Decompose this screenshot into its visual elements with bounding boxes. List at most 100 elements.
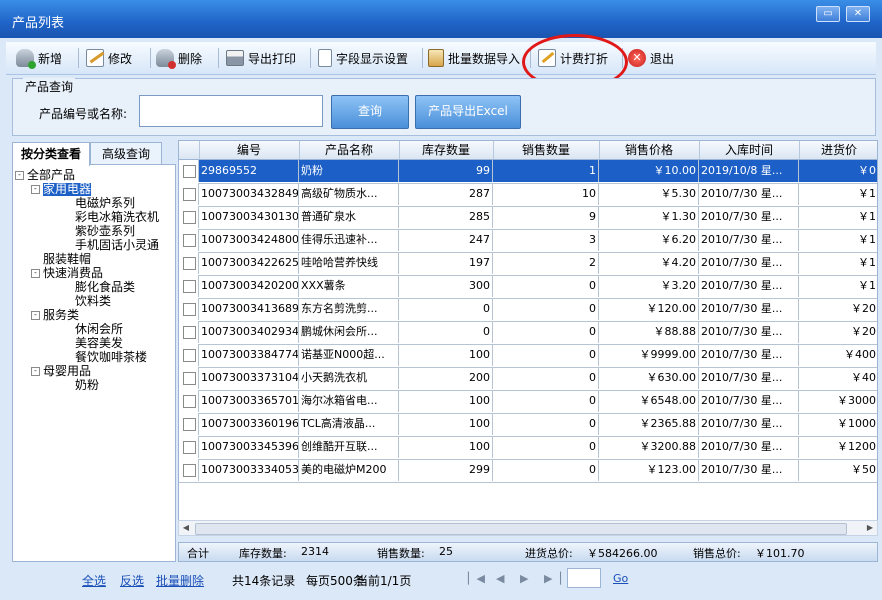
tree-item[interactable]: 服务类 bbox=[43, 309, 79, 322]
table-row[interactable]: 10073003384774 诺基亚N000超... 100 0 ￥9999.00 201… bbox=[179, 344, 877, 368]
prev-page-icon[interactable]: ◀ bbox=[496, 572, 504, 585]
first-page-icon[interactable]: ▏◀ bbox=[468, 572, 485, 585]
horizontal-scrollbar[interactable]: ◀ ▶ bbox=[178, 520, 878, 536]
table-row[interactable]: 29869552 奶粉 99 1 ￥10.00 2019/10/8 星... ￥0 bbox=[179, 160, 877, 184]
column-header[interactable]: 销售价格 bbox=[599, 141, 700, 159]
scroll-left-icon[interactable]: ◀ bbox=[179, 521, 193, 535]
row-checkbox[interactable] bbox=[183, 280, 196, 293]
query-legend: 产品查询 bbox=[23, 78, 76, 95]
select-all-link[interactable]: 全选 bbox=[82, 572, 106, 589]
export-excel-button[interactable]: 产品导出Excel bbox=[415, 95, 521, 129]
batch-import-button[interactable]: 批量数据导入 bbox=[428, 46, 520, 70]
row-checkbox-cell bbox=[179, 160, 199, 182]
column-header[interactable]: 库存数量 bbox=[399, 141, 494, 159]
table-row[interactable]: 10073003432849 高级矿物质水... 287 10 ￥5.30 2010/7/… bbox=[179, 183, 877, 207]
tab-advanced-query[interactable]: 高级查询 bbox=[90, 142, 162, 165]
go-link[interactable]: Go bbox=[613, 572, 628, 585]
row-checkbox[interactable] bbox=[183, 211, 196, 224]
tree-item[interactable]: 紫砂壶系列 bbox=[75, 225, 135, 238]
cell-date: 2010/7/30 星... bbox=[699, 436, 799, 458]
search-button[interactable]: 查询 bbox=[331, 95, 409, 129]
tree-item[interactable]: 美容美发 bbox=[75, 337, 123, 350]
scroll-right-icon[interactable]: ▶ bbox=[863, 521, 877, 535]
table-row[interactable]: 10073003373104 小天鹅洗衣机 200 0 ￥630.00 2010/7/30… bbox=[179, 367, 877, 391]
row-checkbox[interactable] bbox=[183, 303, 196, 316]
table-row[interactable]: 10073003360196 TCL高清液晶... 100 0 ￥2365.88 2010… bbox=[179, 413, 877, 437]
tree-item[interactable]: 饮料类 bbox=[75, 295, 111, 308]
tree-item[interactable]: 母婴用品 bbox=[43, 365, 91, 378]
close-icon[interactable]: ✕ bbox=[846, 6, 870, 22]
table-row[interactable]: 10073003345396 创维酷开互联... 100 0 ￥3200.88 2010/… bbox=[179, 436, 877, 460]
next-page-icon[interactable]: ▶ bbox=[520, 572, 528, 585]
page-number-input[interactable] bbox=[567, 568, 601, 588]
column-header[interactable]: 销售数量 bbox=[493, 141, 600, 159]
row-checkbox[interactable] bbox=[183, 257, 196, 270]
minimize-icon[interactable]: ▭ bbox=[816, 6, 840, 22]
row-checkbox[interactable] bbox=[183, 326, 196, 339]
row-checkbox[interactable] bbox=[183, 395, 196, 408]
cell-price: ￥6.20 bbox=[599, 229, 699, 251]
cell-date: 2010/7/30 星... bbox=[699, 413, 799, 435]
tree-expand-icon[interactable]: - bbox=[31, 367, 40, 376]
tree-expand-icon[interactable]: - bbox=[31, 311, 40, 320]
cell-date: 2010/7/30 星... bbox=[699, 275, 799, 297]
tree-expand-icon[interactable]: - bbox=[31, 185, 40, 194]
table-row[interactable]: 10073003402934 鹏城休闲会所... 0 0 ￥88.88 2010/7/30… bbox=[179, 321, 877, 345]
tree-item[interactable]: 膨化食品类 bbox=[75, 281, 135, 294]
row-checkbox-cell bbox=[179, 275, 199, 297]
row-checkbox[interactable] bbox=[183, 165, 196, 178]
batch-delete-link[interactable]: 批量删除 bbox=[156, 572, 204, 589]
table-row[interactable]: 10073003420200 XXX薯条 300 0 ￥3.20 2010/7/30 星.… bbox=[179, 275, 877, 299]
tree-item[interactable]: 手机固话小灵通 bbox=[75, 239, 159, 252]
column-header[interactable]: 产品名称 bbox=[299, 141, 400, 159]
table-row[interactable]: 10073003422625 哇哈哈营养快线 197 2 ￥4.20 2010/7/30 … bbox=[179, 252, 877, 276]
edit-button[interactable]: 修改 bbox=[86, 46, 132, 70]
row-checkbox[interactable] bbox=[183, 349, 196, 362]
last-page-icon[interactable]: ▶▕ bbox=[544, 572, 561, 585]
row-checkbox[interactable] bbox=[183, 188, 196, 201]
title-bar: 产品列表 ▭ ✕ bbox=[0, 0, 882, 38]
table-row[interactable]: 10073003365701 海尔冰箱省电... 100 0 ￥6548.00 2010/… bbox=[179, 390, 877, 414]
row-checkbox[interactable] bbox=[183, 234, 196, 247]
add-button[interactable]: 新增 bbox=[16, 46, 62, 70]
field-settings-button[interactable]: 字段显示设置 bbox=[318, 46, 408, 70]
tree-item[interactable]: 餐饮咖啡茶楼 bbox=[75, 351, 147, 364]
tree-item[interactable]: 全部产品 bbox=[27, 169, 75, 182]
cell-name: 奶粉 bbox=[299, 160, 399, 182]
table-row[interactable]: 10073003334053 美的电磁炉M200 299 0 ￥123.00 2010/7… bbox=[179, 459, 877, 483]
column-header[interactable]: 入库时间 bbox=[699, 141, 800, 159]
scroll-thumb[interactable] bbox=[195, 523, 847, 535]
cell-sold: 0 bbox=[493, 298, 599, 320]
row-checkbox-cell bbox=[179, 459, 199, 481]
exit-button[interactable]: ✕ 退出 bbox=[628, 46, 674, 70]
tree-item[interactable]: 家用电器 bbox=[43, 183, 92, 196]
column-header[interactable]: 进货价 bbox=[799, 141, 877, 159]
tree-item[interactable]: 快速消费品 bbox=[43, 267, 103, 280]
row-checkbox[interactable] bbox=[183, 464, 196, 477]
row-checkbox[interactable] bbox=[183, 418, 196, 431]
delete-button[interactable]: 删除 bbox=[156, 46, 202, 70]
cell-stock: 300 bbox=[399, 275, 493, 297]
tree-item[interactable]: 彩电冰箱洗衣机 bbox=[75, 211, 159, 224]
row-checkbox[interactable] bbox=[183, 372, 196, 385]
print-button[interactable]: 导出打印 bbox=[226, 46, 296, 70]
row-checkbox[interactable] bbox=[183, 441, 196, 454]
tree-expand-icon[interactable]: - bbox=[31, 269, 40, 278]
table-row[interactable]: 10073003424800 佳得乐迅速补... 247 3 ￥6.20 2010/7/3… bbox=[179, 229, 877, 253]
product-search-input[interactable] bbox=[139, 95, 323, 127]
tree-item[interactable]: 服装鞋帽 bbox=[43, 253, 91, 266]
cell-stock: 0 bbox=[399, 321, 493, 343]
invert-selection-link[interactable]: 反选 bbox=[120, 572, 144, 589]
cell-name: 创维酷开互联... bbox=[299, 436, 399, 458]
table-row[interactable]: 10073003430130 普通矿泉水 285 9 ￥1.30 2010/7/30 星.… bbox=[179, 206, 877, 230]
cell-date: 2010/7/30 星... bbox=[699, 367, 799, 389]
tree-item[interactable]: 休闲会所 bbox=[75, 323, 123, 336]
row-checkbox-cell bbox=[179, 344, 199, 366]
tab-category-view[interactable]: 按分类查看 bbox=[12, 142, 90, 166]
cell-name: 海尔冰箱省电... bbox=[299, 390, 399, 412]
tree-item[interactable]: 奶粉 bbox=[75, 379, 99, 392]
tree-item[interactable]: 电磁炉系列 bbox=[75, 197, 135, 210]
table-row[interactable]: 10073003413689 东方名剪洗剪... 0 0 ￥120.00 2010/7/3… bbox=[179, 298, 877, 322]
tree-expand-icon[interactable]: - bbox=[15, 171, 24, 180]
column-header[interactable]: 编号 bbox=[199, 141, 300, 159]
